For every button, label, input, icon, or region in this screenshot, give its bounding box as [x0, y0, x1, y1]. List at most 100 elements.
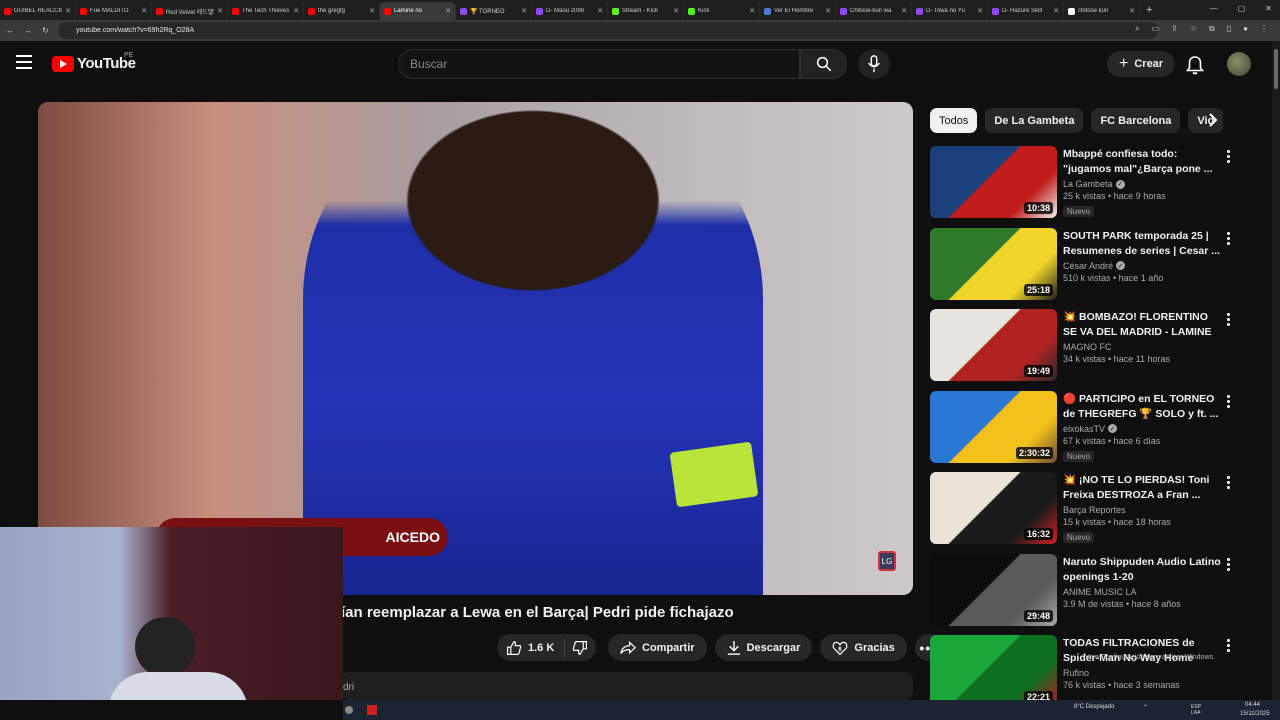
browser-tab[interactable]: Chitose-kun wa ✕ [836, 2, 912, 20]
taskbar-app-icon[interactable] [367, 705, 377, 715]
maximize-icon[interactable]: ▢ [1238, 4, 1246, 13]
channel-name[interactable]: César André [1063, 261, 1113, 271]
browser-tab[interactable]: Red Velvet 레드벨벳 ✕ [152, 2, 228, 20]
reload-icon[interactable]: ↻ [42, 26, 49, 35]
browser-tab[interactable]: D- Hazure Skill ✕ [988, 2, 1064, 20]
tab-close-icon[interactable]: ✕ [369, 7, 375, 15]
tab-close-icon[interactable]: ✕ [141, 7, 147, 15]
channel-watermark-icon[interactable]: LG [878, 551, 896, 571]
tab-close-icon[interactable]: ✕ [977, 7, 983, 15]
share-button[interactable]: Compartir [608, 634, 707, 661]
more-options-icon[interactable] [1226, 557, 1230, 571]
tray-chevron-icon[interactable]: ⌃ [1143, 704, 1148, 711]
description-box[interactable]: dri [341, 672, 913, 700]
like-button[interactable]: 1.6 K [497, 638, 566, 657]
more-options-icon[interactable] [1226, 639, 1230, 652]
browser-tab[interactable]: 🏆 TORNEO ✕ [456, 2, 532, 20]
recommendation-title[interactable]: 💥 BOMBAZO! FLORENTINO SE VA DEL MADRID -… [1063, 310, 1223, 340]
close-window-icon[interactable]: ✕ [1265, 4, 1272, 13]
voice-search-button[interactable] [858, 49, 890, 79]
back-icon[interactable]: ← [6, 26, 14, 35]
clock-date[interactable]: 15/11/2025 [1240, 711, 1270, 717]
recommendation-item[interactable]: 29:48 Naruto Shippuden Audio Latino openi… [930, 553, 1240, 636]
chevron-right-icon[interactable] [1207, 113, 1219, 132]
browser-tab[interactable]: Kick ✕ [684, 2, 760, 20]
taskbar-app-icon[interactable] [345, 706, 353, 714]
tab-close-icon[interactable]: ✕ [749, 7, 755, 15]
channel-name[interactable]: ANIME MUSIC LA [1063, 587, 1137, 597]
filter-chip[interactable]: FC Barcelona [1091, 108, 1181, 133]
account-avatar[interactable] [1227, 52, 1251, 76]
more-options-icon[interactable] [1226, 150, 1230, 163]
video-thumbnail[interactable]: 2:30:32 [930, 390, 1057, 463]
notifications-bell-icon[interactable] [1185, 55, 1205, 80]
recommendation-title[interactable]: Naruto Shippuden Audio Latino openings 1… [1063, 555, 1223, 585]
youtube-logo[interactable]: YouTube PE [52, 52, 136, 72]
more-options-icon[interactable] [1226, 476, 1230, 489]
browser-tab[interactable]: D- Maou 2099 ✕ [532, 2, 608, 20]
weather-widget[interactable]: 8°C Despejado [1074, 704, 1114, 710]
browser-tab[interactable]: Lamine no ✕ [380, 2, 456, 20]
recommendation-item[interactable]: 10:38 Mbappé confiesa todo: "jugamos mal"… [930, 146, 1240, 228]
browser-tab[interactable]: the gregfg ✕ [304, 2, 380, 20]
extensions-icon[interactable]: ⧉ [1209, 24, 1215, 34]
channel-name[interactable]: Barça Reportes [1063, 505, 1126, 515]
cast-icon[interactable]: ▭ [1152, 24, 1160, 34]
address-bar[interactable]: youtube.com/watch?v=69h2Rq_O28A [58, 22, 1158, 39]
browser-tab[interactable]: Stream - Kick ✕ [608, 2, 684, 20]
zoom-icon[interactable]: ⌕ [1135, 24, 1139, 34]
new-tab-button[interactable]: + [1146, 4, 1152, 16]
clock-time[interactable]: 04:44 [1245, 702, 1260, 708]
more-options-icon[interactable] [1226, 231, 1230, 245]
tab-close-icon[interactable]: ✕ [521, 7, 527, 15]
page-scrollbar[interactable] [1272, 41, 1280, 700]
browser-tab[interactable]: D- Towa no Yu ✕ [912, 2, 988, 20]
tab-close-icon[interactable]: ✕ [1053, 7, 1059, 15]
browser-tab[interactable]: The Tech Thieves ✕ [228, 2, 304, 20]
tab-close-icon[interactable]: ✕ [65, 7, 71, 15]
video-thumbnail[interactable]: 19:49 [930, 309, 1057, 381]
video-thumbnail[interactable]: 16:32 [930, 472, 1057, 544]
tab-close-icon[interactable]: ✕ [445, 7, 451, 15]
recommendation-title[interactable]: Mbappé confiesa todo: "jugamos mal"¿Barç… [1063, 147, 1223, 177]
video-thumbnail[interactable]: 29:48 [930, 553, 1057, 626]
search-input[interactable]: Buscar [398, 49, 800, 79]
channel-name[interactable]: Rufino [1063, 668, 1089, 678]
profile-icon[interactable]: ● [1243, 24, 1248, 34]
tab-close-icon[interactable]: ✕ [597, 7, 603, 15]
filter-chip[interactable]: De La Gambeta [985, 108, 1084, 133]
minimize-icon[interactable]: — [1210, 4, 1218, 13]
video-thumbnail[interactable]: 25:18 [930, 227, 1057, 300]
hamburger-menu-icon[interactable] [16, 55, 32, 69]
scrollbar-thumb[interactable] [1274, 49, 1278, 89]
video-player[interactable]: AICEDO LG [38, 102, 913, 595]
recommendation-item[interactable]: 19:49 💥 BOMBAZO! FLORENTINO SE VA DEL MAD… [930, 309, 1240, 391]
recommendation-title[interactable]: 🔴 PARTICIPO en EL TORNEO de THEGREFG 🏆 S… [1063, 392, 1223, 422]
more-options-icon[interactable] [1226, 394, 1230, 408]
dislike-button[interactable] [565, 640, 588, 656]
thanks-button[interactable]: $ Gracias [820, 634, 907, 661]
channel-name[interactable]: elxokasTV [1063, 424, 1105, 434]
recommendation-item[interactable]: 16:32 💥 ¡NO TE LO PIERDAS! Toni Freixa DE… [930, 472, 1240, 554]
video-thumbnail[interactable]: 22:21 [930, 635, 1057, 707]
tab-close-icon[interactable]: ✕ [901, 7, 907, 15]
filter-chip[interactable]: Todos [930, 108, 978, 133]
download-button[interactable]: Descargar [714, 634, 813, 661]
create-button[interactable]: + Crear [1107, 51, 1176, 77]
tab-close-icon[interactable]: ✕ [825, 7, 831, 15]
tab-close-icon[interactable]: ✕ [673, 7, 679, 15]
browser-tab[interactable]: Ver El Hombre ✕ [760, 2, 836, 20]
channel-name[interactable]: La Gambeta [1063, 179, 1113, 189]
recommendation-title[interactable]: TODAS FILTRACIONES de Spider-Man No Way … [1063, 636, 1223, 666]
recommendation-title[interactable]: SOUTH PARK temporada 25 | Resumenes de s… [1063, 229, 1223, 259]
tab-close-icon[interactable]: ✕ [293, 7, 299, 15]
forward-icon[interactable]: → [24, 26, 32, 35]
language-indicator[interactable]: ESP LAA [1191, 704, 1205, 716]
search-button[interactable] [800, 49, 847, 79]
browser-tab[interactable]: chitose kun ✕ [1064, 2, 1140, 20]
tab-close-icon[interactable]: ✕ [217, 7, 223, 15]
browser-tab[interactable]: GUIBEL REACCIONA✕ [0, 2, 76, 20]
share-page-icon[interactable]: ⇪ [1171, 24, 1178, 34]
video-thumbnail[interactable]: 10:38 [930, 146, 1057, 218]
recommendation-item[interactable]: 25:18 SOUTH PARK temporada 25 | Resumenes… [930, 227, 1240, 310]
